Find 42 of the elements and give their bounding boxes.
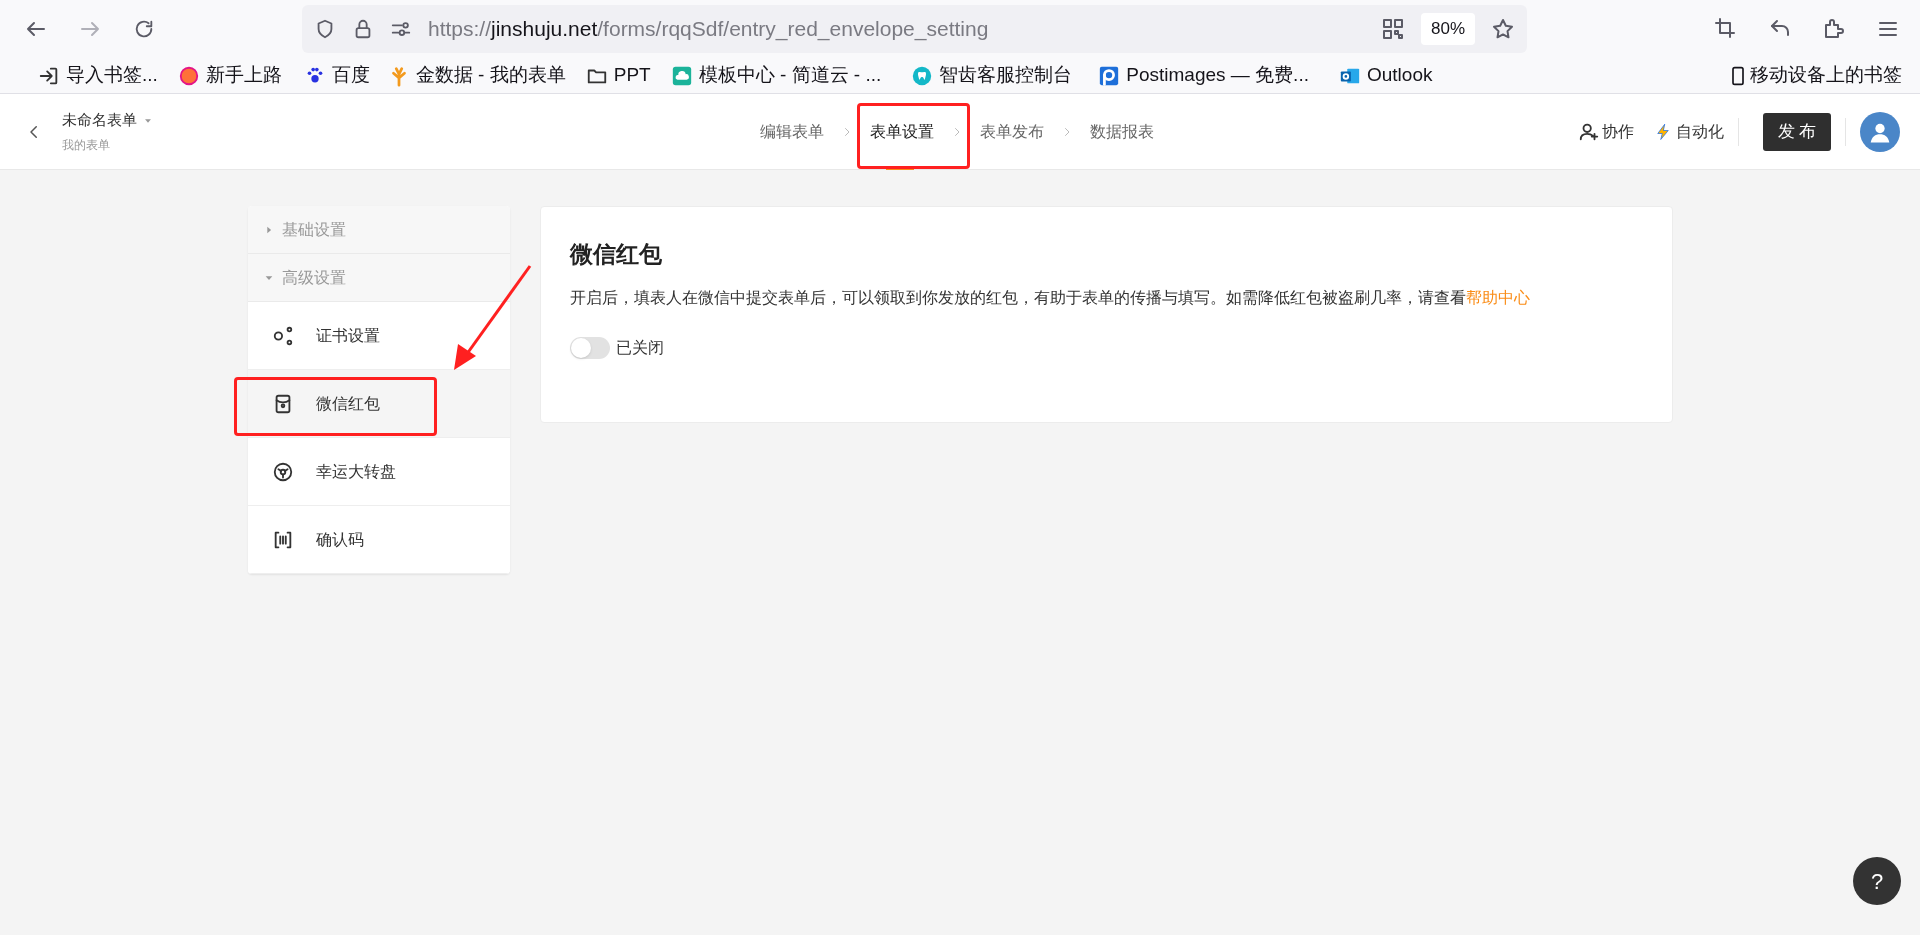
tooth-icon (911, 64, 934, 87)
sidebar-item[interactable]: 确认码 (248, 506, 510, 574)
reload-icon (133, 18, 155, 40)
cloud-icon (670, 64, 693, 87)
bookmark[interactable]: PPT (585, 61, 651, 90)
toggle-switch[interactable] (570, 336, 610, 359)
help-button[interactable]: ? (1853, 857, 1901, 905)
form-title[interactable]: 未命名表单 (62, 109, 137, 132)
publish-button[interactable]: 发 布 (1763, 112, 1831, 151)
zoom-level[interactable]: 80% (1420, 13, 1475, 45)
letter-tile-icon (1098, 64, 1121, 87)
connected-circles-icon (272, 324, 294, 347)
crop-icon[interactable] (1714, 17, 1738, 41)
description-text: 开启后，填表人在微信中提交表单后，可以领取到你发放的红包，有助于表单的传播与填写。如需降低红包被盗刷几率，请查看帮助中心 (570, 287, 1531, 308)
bookmark[interactable]: Outlook (1338, 61, 1433, 90)
wheel-icon (272, 460, 294, 483)
sidebar-item[interactable]: 微信红包 (248, 370, 510, 438)
toggle-label: 已关闭 (616, 337, 664, 358)
automation-button[interactable]: 自动化 (1654, 119, 1724, 144)
address-bar[interactable]: https://jinshuju.net/forms/rqqSdf/entry_red_envelope_setting 80% (302, 5, 1527, 53)
step-tab[interactable]: 表单发布 (980, 94, 1044, 170)
collaborate-button[interactable]: 协作 (1578, 119, 1634, 144)
bookmark[interactable]: 导入书签... (38, 61, 158, 90)
step-tab[interactable]: 编辑表单 (760, 94, 824, 170)
bookmark[interactable]: 金数据 - 我的表单 (387, 61, 566, 90)
bookmark-folder[interactable]: 移动设备上的书签 (1728, 61, 1902, 90)
user-avatar[interactable] (1860, 111, 1900, 152)
bookmark[interactable]: 智齿客服控制台 (911, 61, 1073, 90)
bookmark[interactable]: Postimages — 免费... (1098, 61, 1309, 90)
caret-right-icon (264, 224, 274, 235)
card-title: 微信红包 (570, 240, 663, 269)
step-tab[interactable]: 数据报表 (1090, 94, 1154, 170)
bookmark[interactable]: 百度 (303, 61, 370, 90)
sidebar-item[interactable]: 幸运大转盘 (248, 438, 510, 506)
lightning-icon (1654, 122, 1672, 141)
qr-code-icon (1380, 17, 1405, 41)
star-icon[interactable] (1491, 17, 1515, 41)
puzzle-piece-icon[interactable] (1822, 17, 1846, 41)
url-text: https://jinshuju.net/forms/rqqSdf/entry_red_envelope_setting (428, 16, 989, 43)
sidebar-item[interactable]: 证书设置 (248, 302, 510, 370)
bookmark[interactable]: 模板中心 - 简道云 - ... (670, 61, 882, 90)
bookmark[interactable]: 新手上路 (177, 61, 282, 90)
